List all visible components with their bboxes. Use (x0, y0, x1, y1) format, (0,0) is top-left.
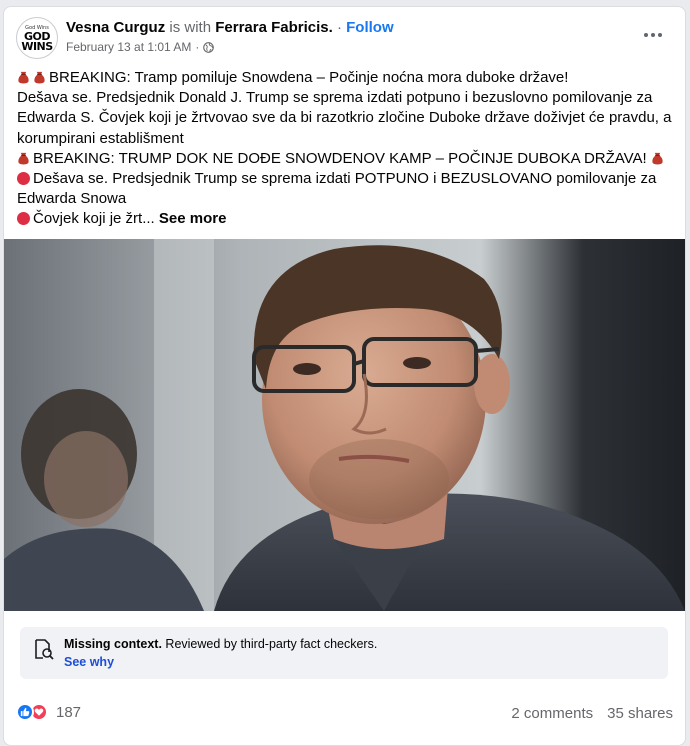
post-text-line: Dešava se. Predsjednik Trump se sprema i… (17, 170, 657, 208)
money-bag-icon (17, 151, 30, 165)
comments-count[interactable]: 2 comments (511, 705, 593, 722)
post-text-line: BREAKING: TRUMP DOK NE DOĐE SNOWDENOV KA… (33, 149, 647, 167)
more-options-icon[interactable] (639, 25, 667, 45)
post-line-1: BREAKING: Tramp pomiluje Snowdena – Poči… (17, 68, 677, 88)
fact-check-subtitle: Reviewed by third-party fact checkers. (165, 637, 378, 651)
reaction-count: 187 (56, 703, 82, 721)
post-card: God Wins GOD WINS Vesna Curguz is with F… (3, 6, 686, 746)
post-timestamp[interactable]: February 13 at 1:01 AM (66, 40, 191, 54)
globe-icon (203, 41, 215, 53)
post-text-line: Čovjek koji je žrt... (33, 210, 155, 228)
separator: · (336, 19, 342, 36)
with-text: is with (169, 19, 212, 36)
money-bag-icon (17, 70, 30, 84)
post-footer: 187 2 comments 35 shares (16, 703, 673, 727)
post-header: God Wins GOD WINS Vesna Curguz is with F… (16, 17, 673, 61)
fact-check-icon (32, 638, 54, 660)
follow-button[interactable]: Follow (346, 19, 394, 36)
money-bag-icon (651, 151, 664, 165)
post-line-3: BREAKING: TRUMP DOK NE DOĐE SNOWDENOV KA… (17, 149, 677, 169)
see-more-link[interactable]: See more (159, 210, 227, 227)
like-reaction-icon (16, 703, 34, 721)
tagged-page[interactable]: Ferrara Fabricis. (215, 19, 333, 36)
photo-illustration (4, 239, 685, 611)
author-name[interactable]: Vesna Curguz (66, 19, 165, 36)
fact-check-title: Missing context. Reviewed by third-party… (64, 636, 377, 652)
avatar-text-line2: WINS (21, 39, 53, 53)
post-meta: Vesna Curguz is with Ferrara Fabricis. ·… (66, 18, 394, 54)
money-bag-icon (33, 70, 46, 84)
see-why-link[interactable]: See why (64, 655, 114, 669)
fact-check-banner: Missing context. Reviewed by third-party… (20, 627, 668, 679)
avatar[interactable]: God Wins GOD WINS (16, 17, 58, 59)
red-circle-icon (17, 212, 30, 226)
red-circle-icon (17, 172, 30, 186)
post-stats: 2 comments 35 shares (511, 705, 673, 722)
reactions-summary[interactable]: 187 (16, 703, 81, 721)
post-text: BREAKING: Tramp pomiluje Snowdena – Poči… (17, 68, 677, 230)
post-line-2: Dešava se. Predsjednik Donald J. Trump s… (17, 89, 672, 147)
post-text-line: BREAKING: Tramp pomiluje Snowdena – Poči… (49, 69, 569, 86)
shares-count[interactable]: 35 shares (607, 705, 673, 722)
post-photo[interactable] (4, 239, 685, 611)
post-line-5: Čovjek koji je žrt... See more (17, 209, 677, 229)
post-line-4: Dešava se. Predsjednik Trump se sprema i… (17, 169, 677, 209)
fact-check-label: Missing context. (64, 637, 162, 651)
timestamp-separator: · (195, 40, 200, 54)
